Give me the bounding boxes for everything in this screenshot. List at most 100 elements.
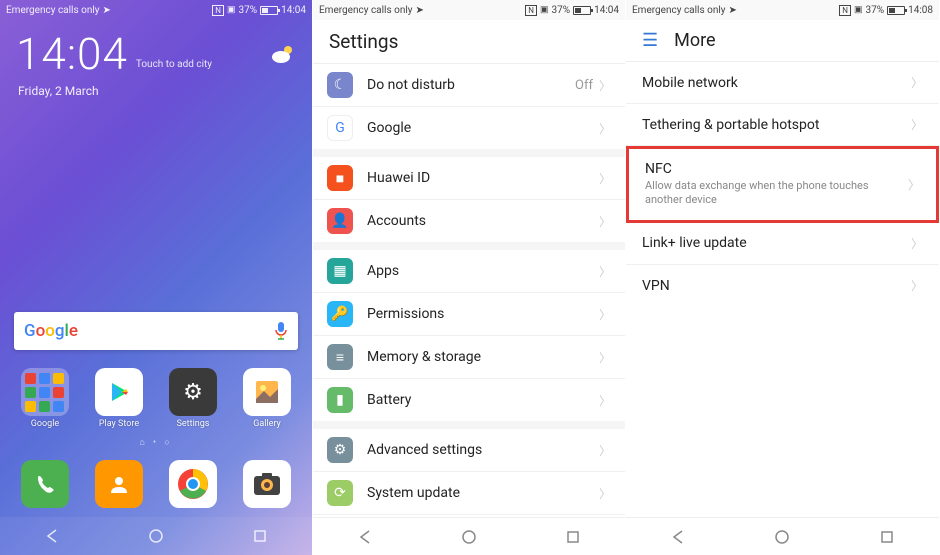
- app-camera[interactable]: [235, 460, 299, 511]
- home-button[interactable]: [449, 523, 489, 551]
- recent-button[interactable]: [553, 523, 593, 551]
- more-header: ☰ More: [626, 20, 939, 62]
- phone-icon: [21, 460, 69, 508]
- item-label: Memory & storage: [367, 349, 599, 365]
- item-label: Do not disturb: [367, 77, 575, 93]
- carrier-text: Emergency calls only: [319, 5, 413, 16]
- app-gallery[interactable]: Gallery: [235, 368, 299, 429]
- chevron-right-icon: 〉: [599, 120, 611, 137]
- chevron-right-icon: 〉: [599, 485, 611, 502]
- settings-item-battery[interactable]: ▮ Battery〉: [313, 379, 625, 421]
- app-label: Settings: [177, 419, 210, 429]
- app-label: Google: [31, 419, 59, 429]
- nav-bar: [626, 517, 939, 555]
- item-label: Permissions: [367, 306, 599, 322]
- battery-pct: 37%: [239, 5, 258, 16]
- menu-icon[interactable]: ☰: [642, 30, 658, 51]
- gallery-icon: [243, 368, 291, 416]
- app-phone[interactable]: [13, 460, 77, 511]
- settings-item-huawei[interactable]: ■Huawei ID〉: [313, 157, 625, 200]
- app-google-folder[interactable]: Google: [13, 368, 77, 429]
- item-label: NFC: [645, 161, 908, 177]
- nfc-icon: N: [839, 5, 851, 16]
- folder-icon: [21, 368, 69, 416]
- recent-button[interactable]: [240, 522, 280, 550]
- recent-button[interactable]: [867, 523, 907, 551]
- settings-item-accounts[interactable]: 👤 Accounts〉: [313, 200, 625, 242]
- chevron-right-icon: 〉: [911, 74, 923, 91]
- settings-list[interactable]: ☾Do not disturbOff〉GGoogle〉 ■Huawei ID〉 👤 A…: [313, 64, 625, 517]
- battery-save-icon: ▣: [540, 5, 549, 15]
- app-chrome[interactable]: [161, 460, 225, 511]
- perm-icon: 🔑: [327, 301, 353, 327]
- more-item-vpn[interactable]: VPN〉: [626, 265, 939, 307]
- clock-time: 14:04: [16, 28, 128, 80]
- more-list[interactable]: Mobile network〉Tethering & portable hots…: [626, 62, 939, 517]
- more-item-tethering-portable-hotspot[interactable]: Tethering & portable hotspot〉: [626, 104, 939, 146]
- more-item-mobile-network[interactable]: Mobile network〉: [626, 62, 939, 104]
- mic-icon[interactable]: [274, 322, 288, 340]
- nfc-icon: N: [525, 5, 537, 16]
- app-settings[interactable]: ⚙ Settings: [161, 368, 225, 429]
- nav-bar: [0, 517, 312, 555]
- back-button[interactable]: [32, 522, 72, 550]
- chevron-right-icon: 〉: [599, 263, 611, 280]
- settings-item-google[interactable]: GGoogle〉: [313, 107, 625, 149]
- google-logo: Google: [24, 321, 78, 341]
- update-icon: ⟳: [327, 480, 353, 506]
- more-item-nfc[interactable]: NFCAllow data exchange when the phone to…: [626, 146, 939, 223]
- item-label: Battery: [367, 392, 599, 408]
- chevron-right-icon: 〉: [599, 213, 611, 230]
- home-button[interactable]: [762, 523, 802, 551]
- app-play-store[interactable]: Play Store: [87, 368, 151, 429]
- item-label: System update: [367, 485, 599, 501]
- chevron-right-icon: 〉: [911, 235, 923, 252]
- carrier-text: Emergency calls only: [6, 5, 100, 16]
- item-label: Advanced settings: [367, 442, 599, 458]
- battery-icon: [887, 6, 905, 15]
- item-label: Apps: [367, 263, 599, 279]
- status-bar: Emergency calls only ➤ N ▣ 37% 14:08: [626, 0, 939, 20]
- apps-icon: ▦: [327, 258, 353, 284]
- item-label: Link+ live update: [642, 235, 911, 251]
- chevron-right-icon: 〉: [599, 170, 611, 187]
- item-label: Accounts: [367, 213, 599, 229]
- chevron-right-icon: 〉: [911, 277, 923, 294]
- chevron-right-icon: 〉: [599, 349, 611, 366]
- carrier-text: Emergency calls only: [632, 5, 726, 16]
- status-time: 14:04: [281, 5, 306, 16]
- item-label: VPN: [642, 278, 911, 294]
- item-label: Tethering & portable hotspot: [642, 117, 911, 133]
- status-bar: Emergency calls only ➤ N ▣ 37% 14:04: [0, 0, 312, 20]
- battery-icon: ▮: [327, 387, 353, 413]
- play-icon: [95, 368, 143, 416]
- settings-item-memory[interactable]: ≡Memory & storage〉: [313, 336, 625, 379]
- more-item-link-live-update[interactable]: Link+ live update〉: [626, 223, 939, 265]
- nav-bar: [313, 517, 625, 555]
- settings-item-perm[interactable]: 🔑Permissions〉: [313, 293, 625, 336]
- weather-icon[interactable]: [270, 43, 296, 65]
- clock-widget[interactable]: 14:04 Touch to add city: [0, 20, 312, 84]
- chevron-right-icon: 〉: [599, 77, 611, 94]
- settings-item-advanced[interactable]: ⚙Advanced settings〉: [313, 429, 625, 472]
- status-time: 14:08: [908, 5, 933, 16]
- add-city-text[interactable]: Touch to add city: [136, 59, 212, 70]
- settings-item-about[interactable]: ⓘAbout phone〉: [313, 515, 625, 517]
- page-indicator: ⌂ • ○: [0, 435, 312, 454]
- huawei-icon: ■: [327, 165, 353, 191]
- back-button[interactable]: [658, 523, 698, 551]
- settings-item-dnd[interactable]: ☾Do not disturbOff〉: [313, 64, 625, 107]
- home-screen: Emergency calls only ➤ N ▣ 37% 14:04 14:…: [0, 0, 313, 555]
- battery-icon: [260, 6, 278, 15]
- settings-item-apps[interactable]: ▦ Apps〉: [313, 250, 625, 293]
- back-button[interactable]: [345, 523, 385, 551]
- chevron-right-icon: 〉: [599, 392, 611, 409]
- home-button[interactable]: [136, 522, 176, 550]
- google-search-bar[interactable]: Google: [14, 312, 298, 350]
- accounts-icon: 👤: [327, 208, 353, 234]
- app-contacts[interactable]: [87, 460, 151, 511]
- dock-row: [0, 454, 312, 517]
- app-label: Play Store: [99, 419, 139, 429]
- settings-item-update[interactable]: ⟳ System update〉: [313, 472, 625, 515]
- app-label: Gallery: [253, 419, 281, 429]
